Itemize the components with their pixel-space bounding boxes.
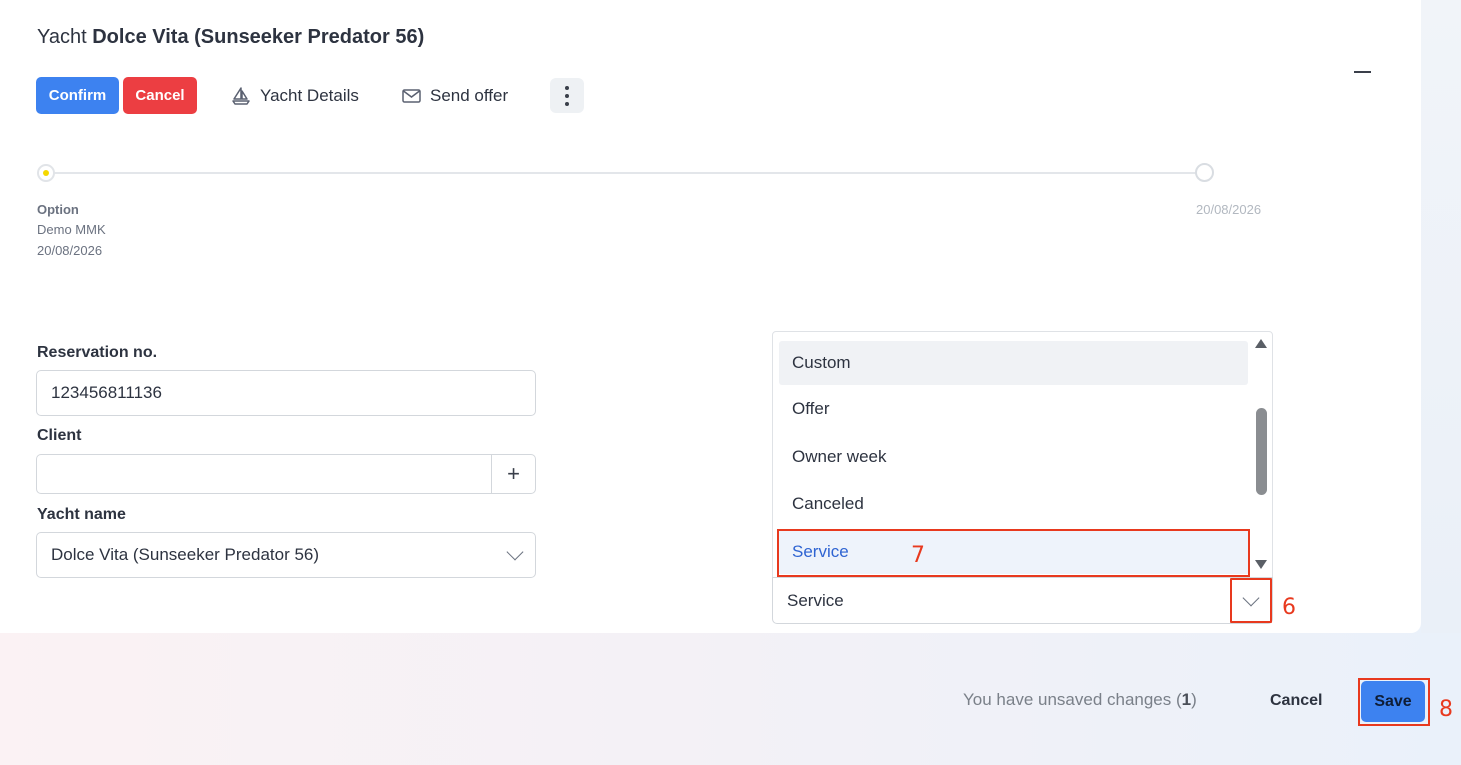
status-dropdown-list: Custom Offer Owner week Canceled Service: [772, 331, 1273, 579]
status-timeline: [46, 172, 1204, 174]
minimize-icon[interactable]: [1354, 71, 1371, 73]
reservation-no-input[interactable]: 123456811136: [36, 370, 536, 416]
sailboat-icon: [232, 87, 250, 105]
scroll-down-icon[interactable]: [1255, 560, 1267, 569]
dropdown-option-owner-week[interactable]: Owner week: [779, 435, 1248, 479]
confirm-button[interactable]: Confirm: [36, 77, 119, 114]
timeline-end-node: [1195, 163, 1214, 182]
yacht-name-value: Dolce Vita (Sunseeker Predator 56): [51, 545, 320, 564]
yacht-name-label: Yacht name: [37, 506, 126, 523]
status-dropdown-toggle[interactable]: [1230, 578, 1272, 623]
timeline-start-node: [37, 164, 55, 182]
unsaved-count: 1: [1181, 690, 1192, 709]
cancel-reservation-button[interactable]: Cancel: [123, 77, 197, 114]
send-offer-label: Send offer: [430, 86, 509, 105]
annotation-number-6: 6: [1282, 595, 1296, 620]
annotation-number-7: 7: [911, 543, 925, 568]
footer-cancel-button[interactable]: Cancel: [1270, 692, 1322, 710]
client-input[interactable]: [37, 455, 491, 493]
yacht-details-button[interactable]: Yacht Details: [231, 84, 359, 108]
title-prefix: Yacht: [37, 26, 87, 48]
yacht-details-label: Yacht Details: [260, 86, 359, 105]
dropdown-option-canceled[interactable]: Canceled: [779, 482, 1248, 526]
right-background-strip: [1421, 0, 1461, 633]
reservation-panel: Yacht Dolce Vita (Sunseeker Predator 56)…: [0, 0, 1421, 633]
client-label: Client: [37, 427, 82, 444]
dropdown-option-service[interactable]: Service: [779, 530, 1248, 574]
unsaved-changes-text: You have unsaved changes (1): [963, 690, 1197, 710]
chevron-down-icon: [506, 543, 524, 561]
timeline-start-date: 20/08/2026: [37, 243, 103, 258]
dropdown-scrollbar[interactable]: [1250, 332, 1272, 578]
timeline-start-title: Option: [37, 202, 79, 217]
envelope-icon: [402, 89, 421, 103]
timeline-start-user: Demo MMK: [37, 222, 106, 237]
timeline-end-date: 20/08/2026: [1196, 202, 1262, 217]
add-client-button[interactable]: +: [491, 455, 535, 493]
status-select[interactable]: Service: [772, 577, 1273, 624]
client-field: +: [36, 454, 536, 494]
unsaved-suffix: ): [1191, 690, 1197, 709]
send-offer-button[interactable]: Send offer: [402, 84, 508, 108]
scroll-up-icon[interactable]: [1255, 339, 1267, 348]
status-select-value: Service: [787, 590, 844, 610]
more-vertical-icon[interactable]: [550, 78, 584, 113]
yacht-name-select[interactable]: Dolce Vita (Sunseeker Predator 56): [36, 532, 536, 578]
page-title: Yacht Dolce Vita (Sunseeker Predator 56): [37, 26, 424, 49]
reservation-no-label: Reservation no.: [37, 344, 158, 361]
save-button[interactable]: Save: [1361, 681, 1425, 722]
dropdown-option-offer[interactable]: Offer: [779, 387, 1248, 431]
annotation-number-8: 8: [1439, 697, 1453, 722]
dropdown-option-custom[interactable]: Custom: [779, 341, 1248, 385]
chevron-down-icon: [1242, 589, 1260, 606]
unsaved-text: You have unsaved changes (: [963, 690, 1182, 709]
title-yacht-name: Dolce Vita (Sunseeker Predator 56): [92, 26, 425, 48]
scrollbar-thumb[interactable]: [1256, 408, 1267, 495]
